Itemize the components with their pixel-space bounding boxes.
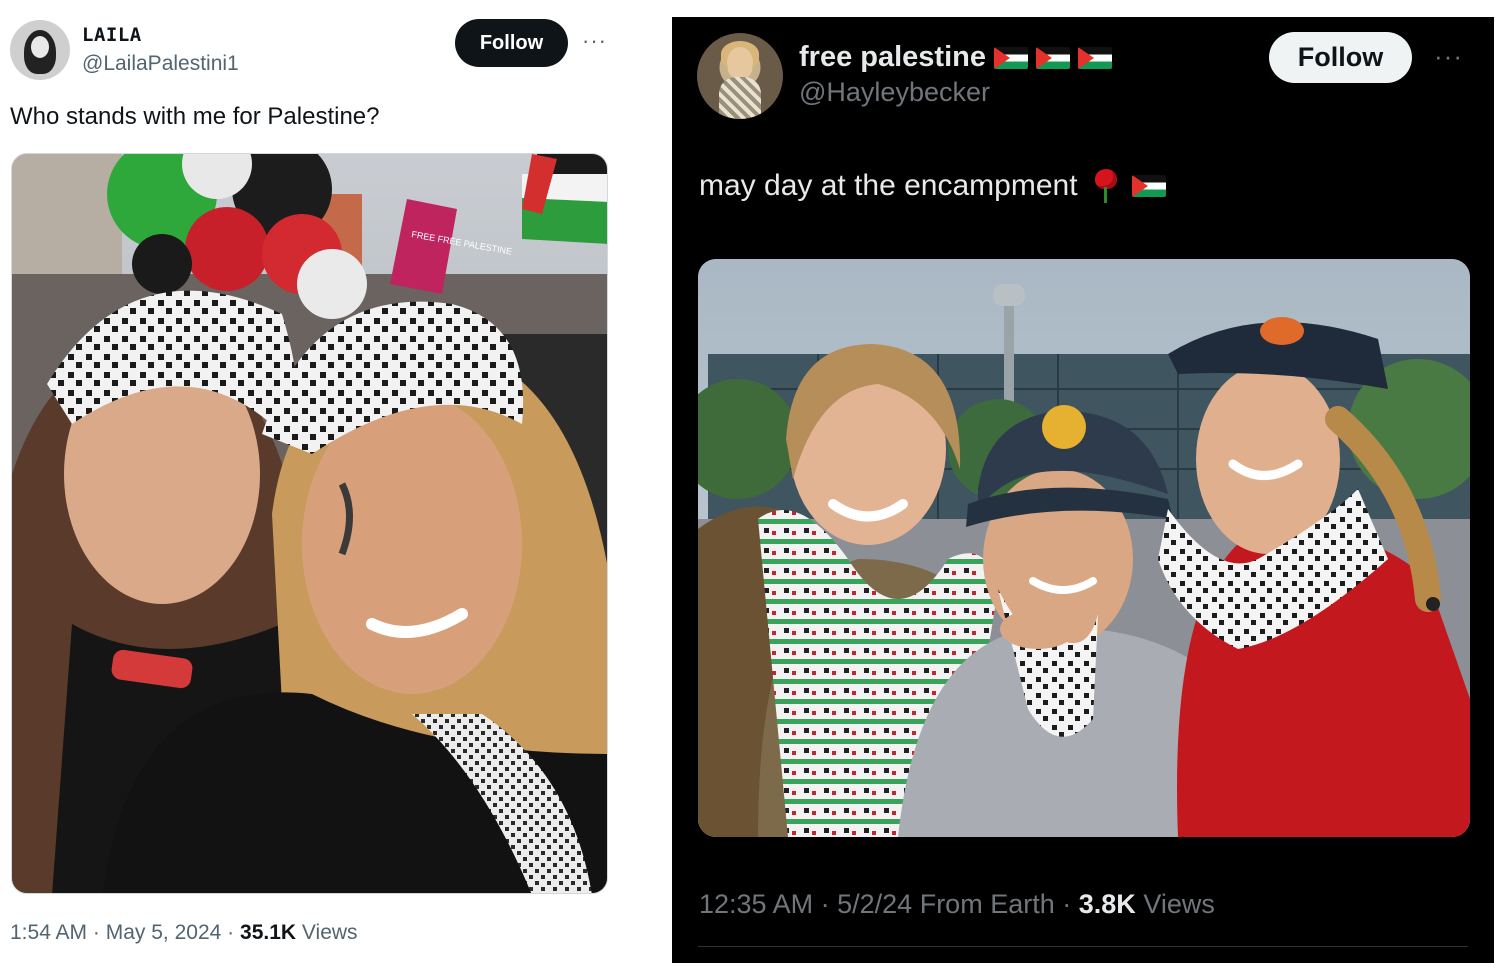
tweet-date[interactable]: 5/2/24 [837, 889, 912, 919]
meta-separator: · [1062, 889, 1072, 919]
tweet-meta: 12:35 AM · 5/2/24 From Earth · 3.8K View… [699, 889, 1215, 920]
rose-icon [1090, 169, 1120, 203]
photo-three-women-selfie [698, 259, 1470, 837]
avatar-body [719, 77, 761, 119]
tweet-photo[interactable]: FREE FREE PALESTINE [11, 153, 608, 894]
tweet-text-row: may day at the encampment [699, 169, 1166, 203]
palestine-flag-icon [1035, 46, 1070, 69]
divider [698, 946, 1468, 947]
tweet-time[interactable]: 12:35 AM [699, 889, 813, 919]
display-name[interactable]: free palestine [799, 41, 986, 74]
palestine-flag-icon [993, 46, 1028, 69]
display-name-row[interactable]: free palestine [799, 41, 1112, 74]
views-label: Views [301, 921, 358, 944]
tweet-source: From Earth [919, 889, 1055, 919]
tweet-left: LAILA @LailaPalestini1 Follow ··· Who st… [0, 0, 640, 963]
tweet-meta: 1:54 AM · May 5, 2024 · 35.1K Views [10, 921, 358, 945]
user-handle[interactable]: @Hayleybecker [799, 77, 990, 108]
tweet-photo[interactable] [698, 259, 1470, 837]
tweet-right: free palestine @Hayleybecker Follow ··· … [672, 17, 1494, 963]
views-count: 3.8K [1078, 889, 1136, 919]
tweet-date[interactable]: May 5, 2024 [106, 921, 222, 944]
avatar[interactable] [10, 20, 70, 80]
meta-separator: · [820, 889, 830, 919]
views-count: 35.1K [240, 921, 297, 944]
meta-separator: · [227, 921, 235, 944]
avatar[interactable] [697, 33, 783, 119]
user-handle[interactable]: @LailaPalestini1 [82, 52, 239, 76]
follow-button[interactable]: Follow [1269, 32, 1412, 83]
views-label: Views [1143, 889, 1215, 919]
tweet-time[interactable]: 1:54 AM [10, 921, 87, 944]
display-name[interactable]: LAILA [82, 24, 142, 46]
avatar-face [31, 36, 49, 58]
more-options-icon[interactable]: ··· [1434, 41, 1463, 72]
photo-selfie-protest: FREE FREE PALESTINE [12, 154, 607, 893]
tweet-text: Who stands with me for Palestine? [10, 103, 380, 130]
palestine-flag-icon [1077, 46, 1112, 69]
follow-button[interactable]: Follow [455, 19, 568, 67]
palestine-flag-icon [1131, 175, 1166, 197]
avatar-face [727, 47, 753, 77]
tweet-text: may day at the encampment [699, 169, 1078, 202]
more-options-icon[interactable]: ··· [582, 28, 607, 54]
meta-separator: · [92, 921, 100, 944]
